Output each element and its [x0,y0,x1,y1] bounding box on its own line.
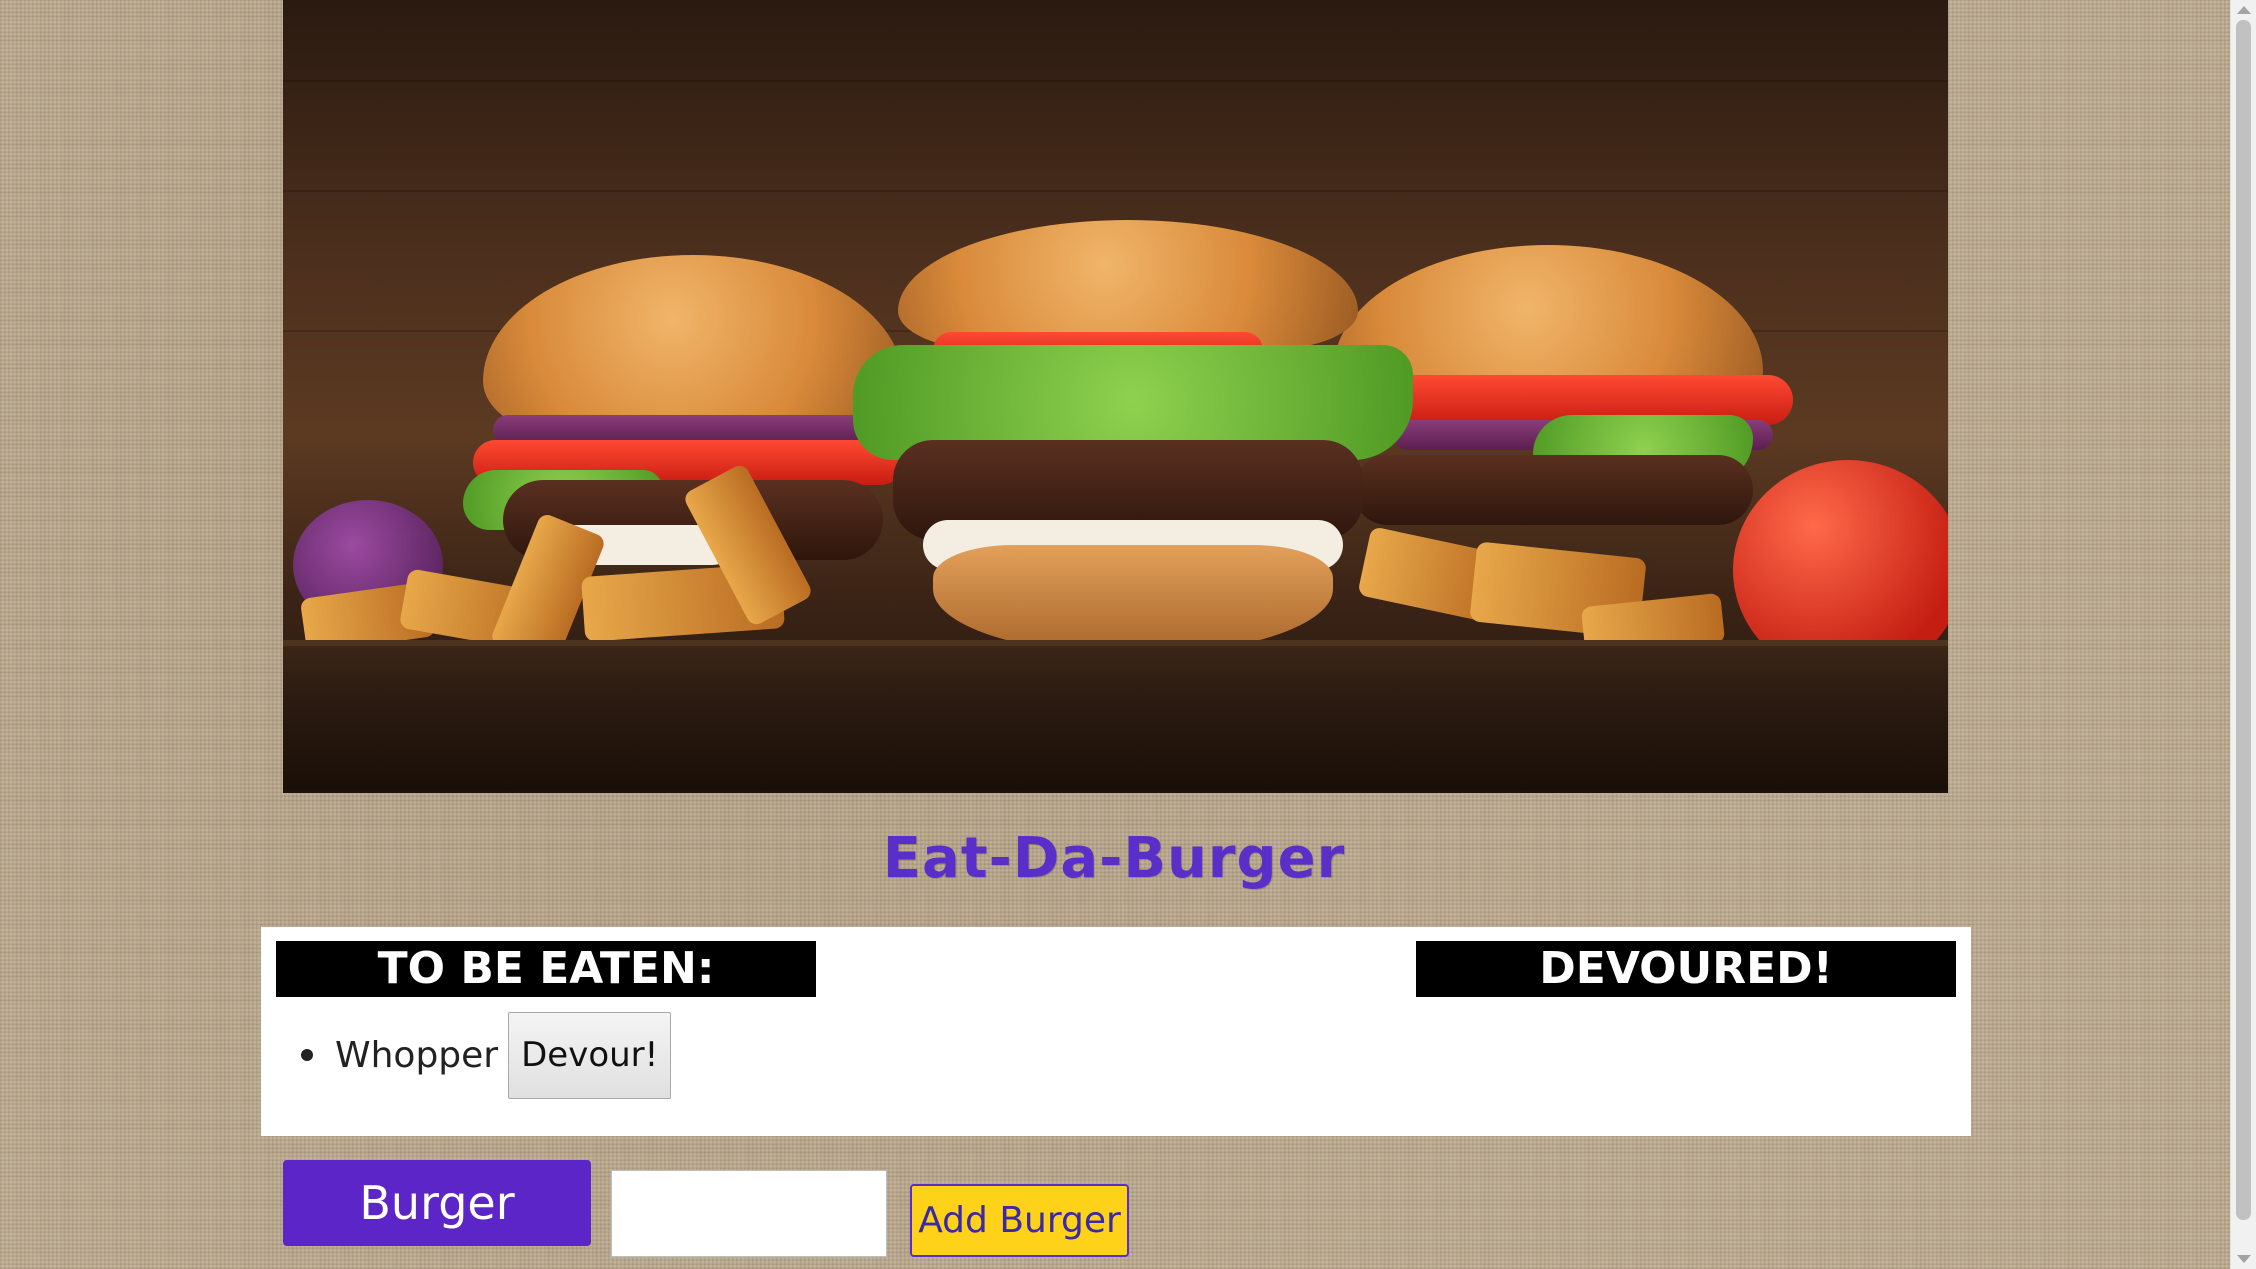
devour-button[interactable]: Devour! [508,1011,672,1099]
wood-grain [283,80,1948,82]
devoured-header: DEVOURED! [1416,941,1956,997]
wooden-board [283,640,1948,790]
hero-burger-image [283,0,1948,793]
bullet-icon [301,1049,313,1061]
burger-name-label: Burger Name: [283,1160,591,1269]
vertical-scrollbar[interactable] [2230,0,2256,1269]
burger-name: Whopper [335,1034,499,1076]
page-title: Eat-Da-Burger [882,826,1346,891]
burger-center [853,220,1413,660]
scroll-thumb[interactable] [2236,20,2251,1220]
to-be-eaten-header: TO BE EATEN: [276,941,816,997]
wood-grain [283,190,1948,192]
burger-name-input[interactable] [611,1170,887,1257]
burger-panel: TO BE EATEN: DEVOURED! Whopper Devour! [261,927,1971,1136]
add-burger-button[interactable]: Add Burger [910,1184,1129,1257]
scroll-down-arrow-icon[interactable] [2237,1255,2251,1263]
to-be-eaten-list: Whopper Devour! [301,1011,672,1099]
scroll-up-arrow-icon[interactable] [2237,6,2251,14]
list-item: Whopper Devour! [301,1011,672,1099]
